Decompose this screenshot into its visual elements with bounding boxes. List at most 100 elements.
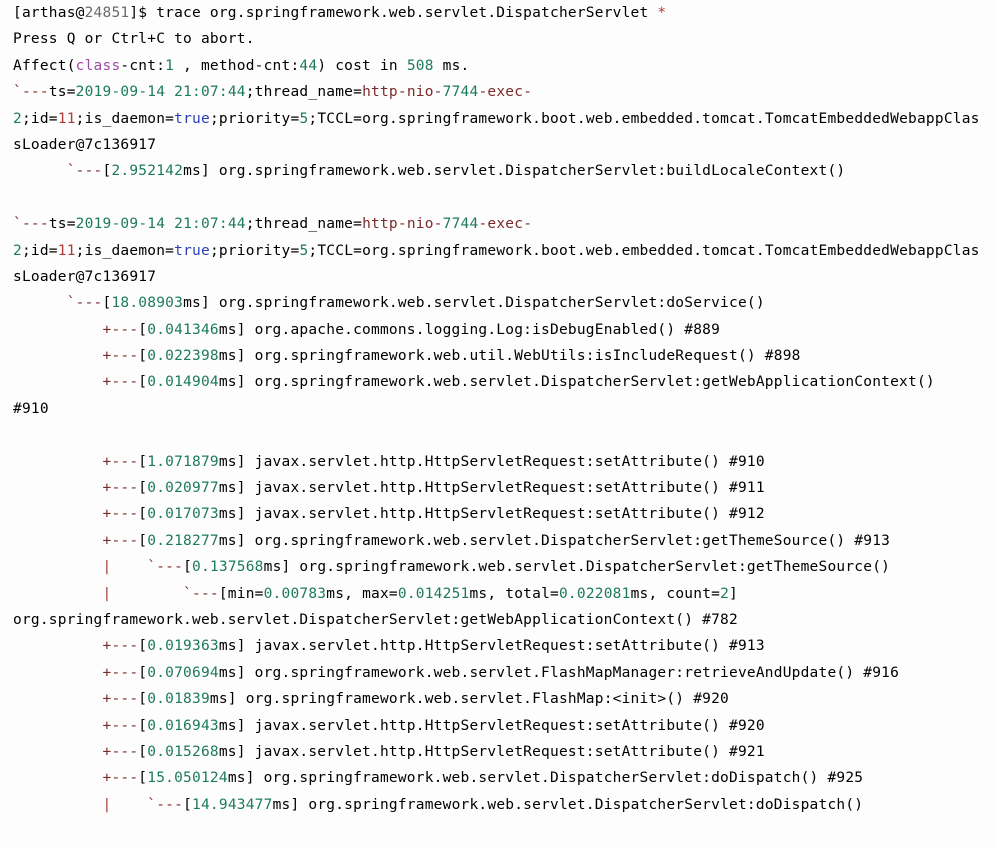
terminal-line: `---[2.952142ms] org.springframework.web… xyxy=(0,158,995,184)
terminal-text-segment: [ xyxy=(138,453,148,470)
terminal-text-segment: 1.071879 xyxy=(147,453,219,470)
terminal-text-segment: `--- xyxy=(111,559,184,576)
terminal-text-segment: `--- xyxy=(111,796,184,813)
terminal-text-segment: `--- xyxy=(13,163,103,180)
terminal-text-segment: 2019-09-14 21:07:44 xyxy=(75,216,246,233)
terminal-text-segment: 2019-09-14 21:07:44 xyxy=(75,84,246,101)
terminal-text-segment: ;priority= xyxy=(209,242,300,259)
terminal-line: +---[0.020977ms] javax.servlet.http.Http… xyxy=(0,475,995,501)
terminal-text-segment: ;id= xyxy=(21,242,58,259)
terminal-text-segment: 0.015268 xyxy=(147,743,219,760)
terminal-text-segment: [ xyxy=(138,664,148,681)
terminal-text-segment: 0.01839 xyxy=(147,691,210,708)
terminal-text-segment: +--- xyxy=(13,638,139,655)
terminal-window[interactable]: [arthas@24851]$ trace org.springframewor… xyxy=(0,0,995,848)
terminal-text-segment: `--- xyxy=(13,216,49,233)
terminal-text-segment: ms] org.springframework.web.servlet.Disp… xyxy=(227,770,864,787)
terminal-text-segment: `--- xyxy=(13,84,49,101)
terminal-line: `---ts=2019-09-14 21:07:44;thread_name=h… xyxy=(0,211,995,237)
terminal-text-segment: ;priority= xyxy=(209,110,300,127)
terminal-text-segment: ;TCCL=org.springframework.boot.web.embed… xyxy=(308,242,980,259)
terminal-line: +---[0.041346ms] org.apache.commons.logg… xyxy=(0,317,995,343)
terminal-text-segment: org.springframework.web.servlet.Dispatch… xyxy=(13,611,738,628)
terminal-text-segment: +--- xyxy=(13,321,139,338)
terminal-text-segment: +--- xyxy=(13,532,139,549)
terminal-text-segment: ;TCCL=org.springframework.boot.web.embed… xyxy=(308,110,980,127)
terminal-line xyxy=(0,422,995,448)
terminal-text-segment: 2 xyxy=(720,585,730,602)
terminal-text-segment: 0.022081 xyxy=(558,585,631,602)
terminal-text-segment: ms] org.springframework.web.servlet.Disp… xyxy=(183,163,846,180)
terminal-line xyxy=(0,185,995,211)
terminal-text-segment: [ xyxy=(138,321,148,338)
terminal-text-segment: +--- xyxy=(13,453,139,470)
terminal-text-segment: [ xyxy=(138,506,148,523)
terminal-text-segment: +--- xyxy=(13,664,139,681)
terminal-text-segment: http-nio- xyxy=(362,216,443,233)
terminal-text-segment: Affect( xyxy=(13,57,76,74)
terminal-text-segment: 0.019363 xyxy=(147,638,219,655)
terminal-text-segment: ms] javax.servlet.http.HttpServletReques… xyxy=(218,480,765,497)
terminal-text-segment: +--- xyxy=(13,374,139,391)
terminal-text-segment: 2.952142 xyxy=(111,163,184,180)
terminal-text-segment: 7744 xyxy=(442,84,479,101)
terminal-line: +---[0.022398ms] org.springframework.web… xyxy=(0,343,995,369)
terminal-text-segment: [ xyxy=(138,770,148,787)
terminal-line: [arthas@24851]$ trace org.springframewor… xyxy=(0,0,995,26)
terminal-text-segment: 2 xyxy=(13,110,22,127)
terminal-line: | `---[min=0.00783ms, max=0.014251ms, to… xyxy=(0,581,995,607)
terminal-text-segment: , method-cnt: xyxy=(174,57,300,74)
terminal-line: +---[0.01839ms] org.springframework.web.… xyxy=(0,686,995,712)
terminal-line: +---[1.071879ms] javax.servlet.http.Http… xyxy=(0,449,995,475)
terminal-text-segment: ms] org.springframework.web.servlet.Disp… xyxy=(263,559,891,576)
terminal-text-segment: 0.020977 xyxy=(147,480,219,497)
terminal-text-segment: ms] org.springframework.web.servlet.Disp… xyxy=(183,295,765,312)
terminal-text-segment: ;is_daemon= xyxy=(75,110,175,127)
terminal-line: +---[0.017073ms] javax.servlet.http.Http… xyxy=(0,501,995,527)
terminal-text-segment: ms] org.springframework.web.servlet.Disp… xyxy=(218,374,935,391)
terminal-text-segment: +--- xyxy=(13,691,139,708)
terminal-text-segment: 0.070694 xyxy=(147,664,219,681)
terminal-text-segment: ;is_daemon= xyxy=(75,242,175,259)
terminal-text-segment: | xyxy=(13,585,112,602)
terminal-text-segment: +--- xyxy=(13,717,139,734)
terminal-text-segment: +--- xyxy=(13,506,139,523)
terminal-text-segment: +--- xyxy=(13,348,139,365)
terminal-text-segment: -exec- xyxy=(478,84,533,101)
terminal-text-segment: 0.022398 xyxy=(147,348,219,365)
terminal-text-segment: [ xyxy=(138,743,148,760)
terminal-text-segment: ;thread_name= xyxy=(245,84,363,101)
terminal-text-segment: 15.050124 xyxy=(147,770,228,787)
terminal-text-segment: ms. xyxy=(433,57,470,74)
terminal-line: sLoader@7c136917 xyxy=(0,264,995,290)
terminal-text-segment: 24851 xyxy=(84,5,130,21)
terminal-text-segment: [ xyxy=(138,374,148,391)
terminal-text-segment: ms] org.springframework.web.util.WebUtil… xyxy=(218,348,801,365)
terminal-line: +---[0.070694ms] org.springframework.web… xyxy=(0,660,995,686)
terminal-text-segment: #910 xyxy=(13,400,49,417)
terminal-text-segment: ] xyxy=(729,585,738,602)
terminal-text-segment: ms] javax.servlet.http.HttpServletReques… xyxy=(218,638,765,655)
terminal-text-segment: ms] org.springframework.web.servlet.Disp… xyxy=(272,796,864,813)
terminal-line: +---[0.016943ms] javax.servlet.http.Http… xyxy=(0,713,995,739)
terminal-line: | `---[0.137568ms] org.springframework.w… xyxy=(0,554,995,580)
terminal-text-segment: ts= xyxy=(48,84,76,101)
terminal-text-segment: ms, max= xyxy=(326,585,398,602)
terminal-line: +---[0.015268ms] javax.servlet.http.Http… xyxy=(0,739,995,765)
terminal-text-segment: true xyxy=(174,242,210,259)
terminal-text-segment: [min= xyxy=(218,585,264,602)
terminal-line: +---[0.019363ms] javax.servlet.http.Http… xyxy=(0,633,995,659)
terminal-text-segment: ms, total= xyxy=(469,585,559,602)
terminal-text-segment: class xyxy=(75,57,121,74)
terminal-text-segment: 1 xyxy=(165,57,175,74)
terminal-text-segment: 0.017073 xyxy=(147,506,219,523)
terminal-text-segment: 14.943477 xyxy=(192,796,273,813)
terminal-line: #910 xyxy=(0,396,995,422)
terminal-text-segment: [ xyxy=(138,717,148,734)
terminal-text-segment: [ xyxy=(138,638,148,655)
terminal-line: +---[0.014904ms] org.springframework.web… xyxy=(0,369,995,395)
terminal-text-segment: ) cost in xyxy=(317,57,407,74)
terminal-text-segment: ms] org.springframework.web.servlet.Disp… xyxy=(218,532,891,549)
terminal-text-segment: ms, count= xyxy=(630,585,721,602)
terminal-text-segment: 0.218277 xyxy=(147,532,219,549)
